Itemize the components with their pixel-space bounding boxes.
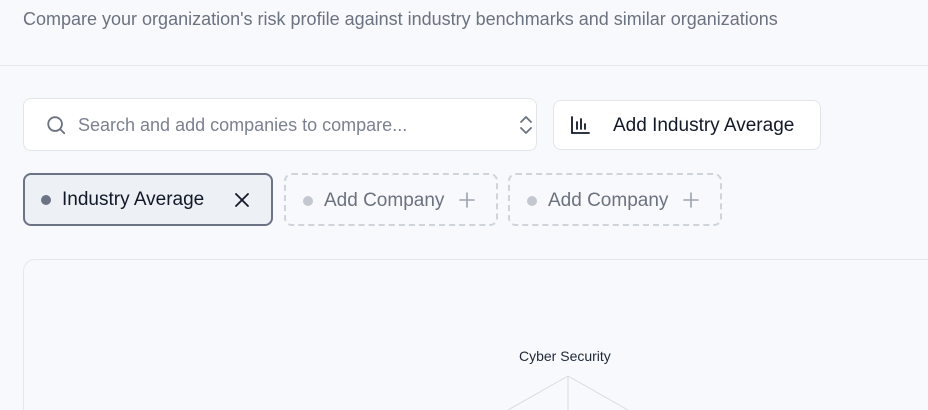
comparison-chip-industry-average[interactable]: Industry Average (23, 173, 273, 226)
bar-chart-icon (571, 116, 590, 134)
add-company-slot-button[interactable]: Add Company (284, 173, 498, 226)
chevron-up-down-icon (520, 116, 532, 134)
search-placeholder: Search and add companies to compare... (78, 115, 408, 135)
close-icon[interactable] (233, 191, 251, 209)
add-company-label: Add Company (548, 190, 669, 211)
radar-axis-label: Cyber Security (519, 348, 611, 364)
add-industry-average-label: Add Industry Average (613, 115, 795, 136)
comparison-chip-label: Industry Average (62, 189, 205, 210)
header-divider (0, 65, 928, 66)
company-search-combobox[interactable]: Search and add companies to compare... (23, 98, 537, 151)
plus-icon (459, 192, 475, 208)
search-icon (47, 116, 66, 135)
page-subtitle: Compare your organization's risk profile… (23, 9, 778, 29)
add-company-slot-button[interactable]: Add Company (508, 173, 722, 226)
radar-chart-card (23, 259, 928, 410)
series-color-dot (303, 196, 313, 206)
add-company-label: Add Company (324, 190, 445, 211)
radar-chart-grid (507, 375, 629, 410)
plus-icon (683, 192, 699, 208)
series-color-dot (41, 195, 51, 205)
add-industry-average-button[interactable]: Add Industry Average (553, 100, 821, 150)
series-color-dot (527, 196, 537, 206)
